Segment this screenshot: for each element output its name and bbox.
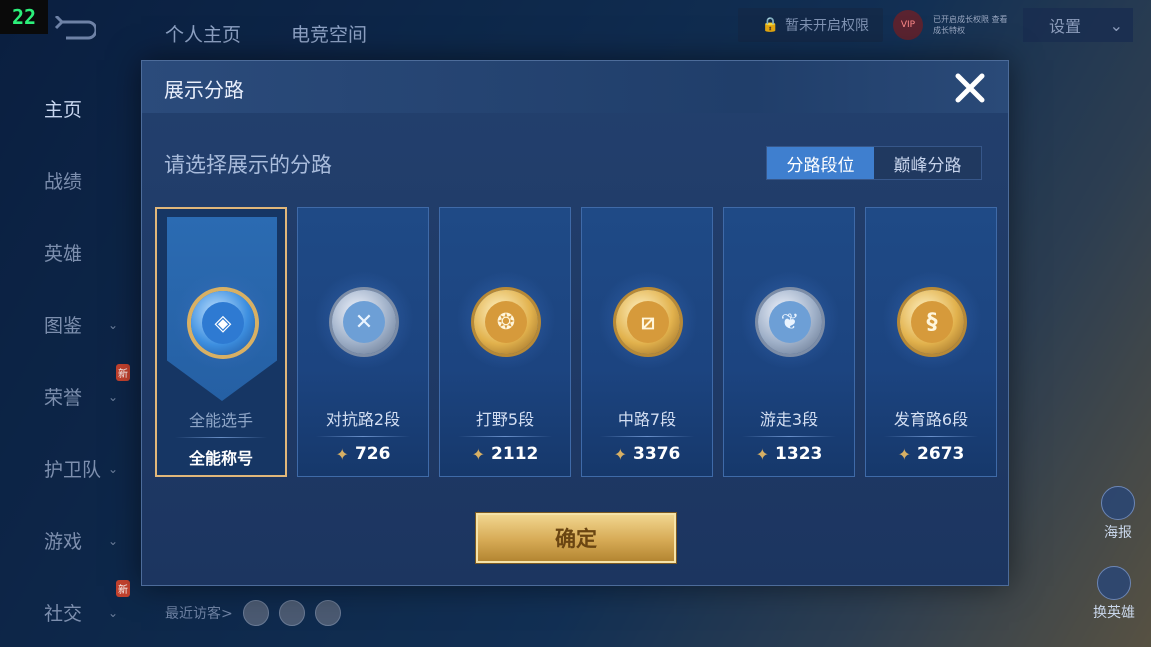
lane-card-farm[interactable]: § 发育路6段 ✦ 2673 — [865, 207, 997, 477]
confirm-button[interactable]: 确定 — [476, 513, 676, 563]
settings-button[interactable]: 设置 ⌄ — [1023, 8, 1133, 42]
close-button[interactable] — [950, 68, 990, 108]
dialog-prompt: 请选择展示的分路 — [164, 153, 332, 177]
sidebar-item-guard[interactable]: 护卫队 ⌄ — [0, 432, 140, 504]
score-value: 726 — [354, 444, 391, 464]
card-divider — [600, 436, 694, 437]
change-hero-icon — [1097, 566, 1131, 600]
lane-display-dialog: 展示分路 请选择展示的分路 分路段位 巅峰分路 ◈ 全能选手 全能称号 ✕ 对抗… — [141, 60, 1009, 586]
recent-visitors[interactable]: 最近访客> — [165, 600, 341, 626]
permission-status[interactable]: 🔒 暂未开启权限 — [737, 8, 883, 42]
poster-button[interactable]: 海报 — [1101, 486, 1135, 542]
lane-card-clash[interactable]: ✕ 对抗路2段 ✦ 726 — [297, 207, 429, 477]
poster-icon — [1101, 486, 1135, 520]
tab-profile[interactable]: 个人主页 — [165, 20, 241, 47]
segment-toggle: 分路段位 巅峰分路 — [766, 146, 982, 180]
points-icon: ✦ — [613, 444, 628, 464]
lane-card-allround[interactable]: ◈ 全能选手 全能称号 — [155, 207, 287, 477]
avatar[interactable] — [242, 600, 269, 626]
card-score: ✦ 2112 — [440, 444, 570, 464]
score-value: 1323 — [775, 444, 823, 464]
sidebar-item-records[interactable]: 战绩 — [0, 144, 140, 216]
card-divider — [458, 436, 552, 437]
card-name: 对抗路2段 — [325, 410, 401, 429]
change-hero-label: 换英雄 — [1093, 605, 1135, 621]
tab-peak-lane[interactable]: 巅峰分路 — [874, 147, 981, 179]
points-icon: ✦ — [755, 444, 770, 464]
vip-icon[interactable]: VIP — [893, 10, 923, 40]
chevron-down-icon: ⌄ — [108, 606, 119, 620]
card-score: ✦ 1323 — [724, 444, 854, 464]
sidebar-item-home[interactable]: 主页 — [0, 72, 140, 144]
card-name: 全能选手 — [188, 411, 253, 430]
score-value: 2673 — [917, 444, 965, 464]
card-name: 中路7段 — [617, 410, 677, 429]
sidebar-item-heroes[interactable]: 英雄 — [0, 216, 140, 288]
roam-icon: ❦ — [758, 290, 822, 354]
card-name: 发育路6段 — [893, 410, 969, 429]
clash-lane-icon: ✕ — [332, 290, 396, 354]
lock-icon: 🔒 — [761, 17, 779, 33]
dialog-title: 展示分路 — [164, 78, 244, 102]
card-divider — [175, 437, 267, 438]
change-hero-button[interactable]: 换英雄 — [1093, 566, 1135, 622]
card-divider — [884, 436, 978, 437]
lane-cards: ◈ 全能选手 全能称号 ✕ 对抗路2段 ✦ 726 ❂ 打野5段 ✦ 2112 ⧄ … — [155, 207, 997, 477]
chevron-down-icon: ⌄ — [1109, 15, 1123, 35]
points-icon: ✦ — [335, 444, 349, 464]
avatar[interactable] — [278, 600, 305, 626]
farm-lane-icon: § — [900, 290, 964, 354]
lane-card-mid[interactable]: ⧄ 中路7段 ✦ 3376 — [581, 207, 713, 477]
score-value: 2112 — [491, 444, 539, 464]
mid-lane-glyph: ⧄ — [627, 301, 669, 343]
new-badge: 新 — [116, 364, 130, 381]
sidebar-item-social[interactable]: 社交新 ⌄ — [0, 576, 140, 647]
back-icon[interactable] — [52, 16, 96, 46]
permission-text: 暂未开启权限 — [785, 18, 869, 34]
dialog-header — [142, 61, 1008, 113]
card-name: 游走3段 — [759, 410, 819, 429]
chevron-down-icon: ⌄ — [108, 318, 119, 332]
allround-icon: ◈ — [191, 291, 255, 355]
points-icon: ✦ — [897, 444, 912, 464]
sidebar-item-games[interactable]: 游戏 ⌄ — [0, 504, 140, 576]
clash-lane-glyph: ✕ — [343, 301, 385, 343]
sidebar: 主页 战绩 英雄 图鉴 ⌄ 荣誉新 ⌄ 护卫队 ⌄ 游戏 ⌄ 社交新 ⌄ — [0, 72, 140, 647]
card-name: 打野5段 — [475, 410, 535, 429]
chevron-down-icon: ⌄ — [108, 534, 119, 548]
card-score: ✦ 3376 — [582, 444, 712, 464]
points-icon: ✦ — [471, 444, 486, 464]
chevron-down-icon: ⌄ — [108, 390, 119, 404]
close-icon — [955, 73, 985, 103]
avatar[interactable] — [314, 600, 341, 626]
recent-visitors-label: 最近访客> — [165, 606, 233, 622]
mid-lane-icon: ⧄ — [616, 290, 680, 354]
allround-glyph: ◈ — [202, 302, 244, 344]
tab-lane-rank[interactable]: 分路段位 — [767, 147, 874, 179]
sidebar-item-honor[interactable]: 荣誉新 ⌄ — [0, 360, 140, 432]
top-right-bar: 🔒 暂未开启权限 VIP 已开启成长权限 查看成长特权 设置 ⌄ — [737, 8, 1133, 42]
jungle-icon: ❂ — [474, 290, 538, 354]
tab-esports[interactable]: 电竞空间 — [291, 20, 367, 47]
jungle-glyph: ❂ — [485, 301, 527, 343]
settings-label: 设置 — [1049, 17, 1082, 36]
card-score: ✦ 2673 — [866, 444, 996, 464]
lane-card-jungle[interactable]: ❂ 打野5段 ✦ 2112 — [439, 207, 571, 477]
card-divider — [742, 436, 836, 437]
roam-glyph: ❦ — [769, 301, 811, 343]
score-value: 3376 — [633, 444, 681, 464]
card-divider — [316, 436, 410, 437]
poster-label: 海报 — [1104, 525, 1132, 541]
vip-note: 已开启成长权限 查看成长特权 — [933, 15, 1008, 35]
card-subtitle: 全能称号 — [188, 449, 253, 468]
new-badge: 新 — [116, 580, 130, 597]
top-tabs: 个人主页 电竞空间 — [165, 20, 367, 47]
card-score: ✦ 726 — [298, 444, 428, 464]
farm-lane-glyph: § — [911, 301, 953, 343]
lane-card-roam[interactable]: ❦ 游走3段 ✦ 1323 — [723, 207, 855, 477]
chevron-down-icon: ⌄ — [108, 462, 119, 476]
sidebar-item-codex[interactable]: 图鉴 ⌄ — [0, 288, 140, 360]
frame-badge: 22 — [0, 0, 48, 34]
